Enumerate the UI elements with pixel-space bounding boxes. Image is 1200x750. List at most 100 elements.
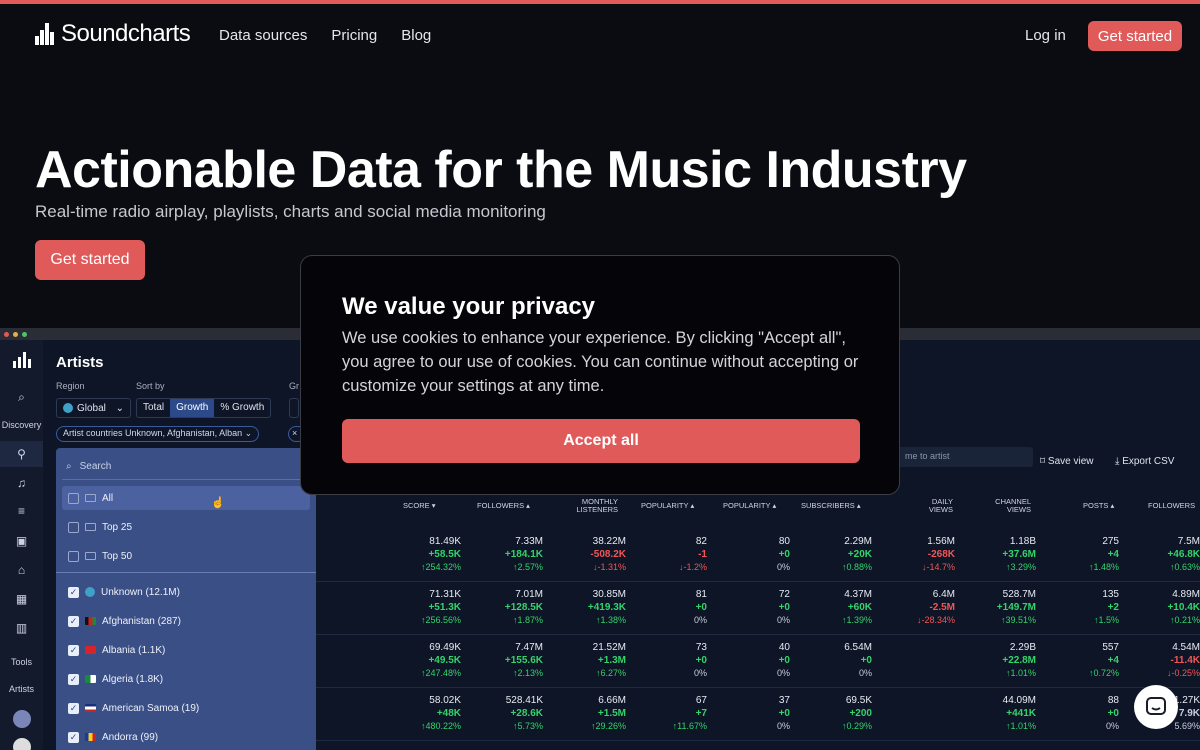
cell-percent: ↑6.27% — [595, 668, 626, 678]
col-score[interactable]: SCORE ▾ — [403, 502, 436, 510]
table-cell: 7.33M +184.1K ↑2.57% — [505, 535, 543, 574]
add-to-artist-input[interactable]: me to artist — [893, 447, 1033, 467]
cell-percent: 0% — [693, 615, 707, 625]
cell-delta: +184.1K — [504, 549, 543, 560]
cell-delta: -268K — [927, 549, 955, 560]
checkbox[interactable] — [68, 521, 79, 533]
chart-icon[interactable]: ▥ — [0, 621, 43, 635]
checkbox-checked[interactable]: ✓ — [68, 615, 79, 627]
table-cell: 88 +0 0% — [1106, 694, 1119, 733]
accept-all-button[interactable]: Accept all — [342, 419, 860, 463]
table-cell: 6.54M +0 0% — [844, 641, 872, 680]
checkbox-checked[interactable]: ✓ — [68, 644, 79, 656]
logo[interactable]: Soundcharts — [35, 20, 191, 48]
col-popularity[interactable]: POPULARITY ▴ — [641, 502, 694, 510]
col-monthly-listeners[interactable]: MONTHLY LISTENERS — [563, 498, 618, 514]
cell-value: 88 — [1107, 695, 1119, 706]
option-country[interactable]: ✓ Unknown (12.1M) — [62, 580, 310, 604]
save-view-button[interactable]: ⌑ Save view — [1040, 456, 1094, 467]
col-subscribers[interactable]: SUBSCRIBERS ▴ — [801, 502, 861, 510]
col-channel-views[interactable]: CHANNEL VIEWS — [985, 498, 1031, 514]
region-select[interactable]: Global ⌄ — [56, 398, 131, 418]
row-divider — [316, 634, 1200, 635]
checkbox[interactable] — [68, 492, 79, 504]
col-followers[interactable]: FOLLOWERS ▴ — [477, 502, 530, 510]
option-country[interactable]: ✓ Andorra (99) — [62, 725, 310, 749]
cell-delta: +200 — [849, 708, 872, 719]
radio-icon[interactable]: ▣ — [0, 534, 43, 548]
nav-link-pricing[interactable]: Pricing — [331, 27, 377, 44]
building-icon[interactable]: ⌂ — [0, 563, 43, 577]
country-label: Algeria (1.8K) — [102, 673, 164, 685]
chat-launcher-button[interactable] — [1134, 685, 1178, 729]
avatar[interactable] — [0, 710, 43, 731]
cell-delta: +0 — [695, 655, 707, 666]
site-header: Soundcharts Data sources Pricing Blog Lo… — [0, 4, 1200, 66]
group-select[interactable] — [289, 398, 299, 418]
checkbox-checked[interactable]: ✓ — [68, 702, 79, 714]
artist-countries-filter-chip[interactable]: Artist countries Unknown, Afghanistan, A… — [56, 426, 260, 442]
checkbox-checked[interactable]: ✓ — [68, 586, 79, 598]
cell-delta: -508.2K — [590, 549, 626, 560]
table-cell: 21.52M +1.3M ↑6.27% — [593, 641, 626, 680]
nav-link-blog[interactable]: Blog — [401, 27, 431, 44]
option-country[interactable]: ✓ Albania (1.1K) — [62, 638, 310, 662]
cell-value: 4.37M — [844, 589, 872, 600]
venue-icon[interactable]: ▦ — [0, 592, 43, 606]
col-subscribers-label: SUBSCRIBERS — [801, 501, 855, 510]
avatar-secondary[interactable] — [0, 738, 43, 750]
cell-percent: 5.69% — [1174, 721, 1200, 731]
col-followers-2[interactable]: FOLLOWERS — [1148, 502, 1195, 510]
search-icon[interactable]: ⌕ — [0, 390, 43, 405]
list-icon — [85, 552, 96, 560]
table-cell: 2.29M +20K ↑0.88% — [842, 535, 872, 574]
table-cell: 4.54M -11.4K ↓-0.25% — [1167, 641, 1200, 680]
export-csv-button[interactable]: ⤓ Export CSV — [1115, 456, 1174, 467]
option-all[interactable]: All — [62, 486, 310, 510]
cell-delta: +0 — [778, 602, 790, 613]
cell-value: 1.56M — [927, 536, 955, 547]
list-icon[interactable]: ≡ — [0, 504, 43, 518]
cell-delta: +0 — [778, 655, 790, 666]
sort-growth[interactable]: Growth — [170, 399, 215, 417]
cell-value: 6.54M — [844, 642, 872, 653]
country-search[interactable]: ⌕ Search — [62, 454, 310, 480]
cell-delta: +1.5M — [597, 708, 626, 719]
option-all-label: All — [102, 492, 114, 504]
col-popularity-2[interactable]: POPULARITY ▴ — [723, 502, 776, 510]
option-top-25[interactable]: Top 25 — [62, 515, 310, 539]
sort-percent-growth[interactable]: % Growth — [214, 399, 270, 417]
user-icon[interactable]: ⚲ — [0, 441, 43, 467]
nav-link-data-sources[interactable]: Data sources — [219, 27, 307, 44]
cell-percent: ↑1.38% — [595, 615, 626, 625]
checkbox-checked[interactable]: ✓ — [68, 731, 79, 743]
cell-value: 2.29M — [844, 536, 872, 547]
cell-percent: ↑0.21% — [1169, 615, 1200, 625]
sort-total[interactable]: Total — [137, 399, 170, 417]
cell-percent: ↑1.87% — [512, 615, 543, 625]
sidebar-label-artists[interactable]: Artists — [0, 684, 43, 694]
table-cell: 69.5K +200 ↑0.29% — [842, 694, 872, 733]
option-top-50[interactable]: Top 50 — [62, 544, 310, 568]
cell-percent: ↑256.56% — [420, 615, 461, 625]
music-note-icon[interactable]: ♫ — [0, 476, 43, 490]
option-country[interactable]: ✓ Afghanistan (287) — [62, 609, 310, 633]
cell-percent: ↑254.32% — [420, 562, 461, 572]
cell-value: 72 — [778, 589, 790, 600]
cell-value: 37 — [778, 695, 790, 706]
cell-percent: ↓-1.2% — [678, 562, 707, 572]
col-daily-views[interactable]: DAILY VIEWS — [913, 498, 953, 514]
checkbox-checked[interactable]: ✓ — [68, 673, 79, 685]
cell-value: 7.47M — [515, 642, 543, 653]
modal-title: We value your privacy — [342, 293, 596, 320]
option-country[interactable]: ✓ Algeria (1.8K) — [62, 667, 310, 691]
login-link[interactable]: Log in — [1025, 27, 1066, 44]
hero-get-started-button[interactable]: Get started — [35, 240, 145, 280]
checkbox[interactable] — [68, 550, 79, 562]
header-get-started-button[interactable]: Get started — [1088, 21, 1182, 51]
option-country[interactable]: ✓ American Samoa (19) — [62, 696, 310, 720]
cell-percent: 0% — [1105, 721, 1119, 731]
col-posts[interactable]: POSTS ▴ — [1083, 502, 1114, 510]
cell-delta: +4 — [1107, 655, 1119, 666]
cell-value: 275 — [1102, 536, 1119, 547]
